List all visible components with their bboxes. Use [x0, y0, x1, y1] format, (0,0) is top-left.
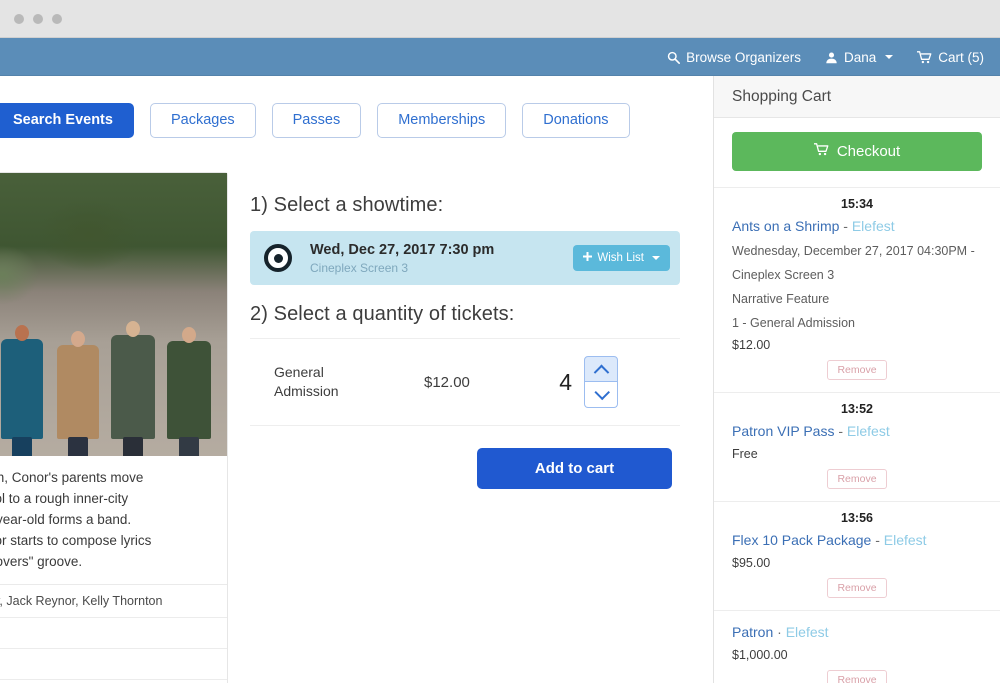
tab-packages[interactable]: Packages — [149, 103, 256, 138]
ticket-selection: 1) Select a showtime: Wed, Dec 27, 2017 … — [250, 194, 680, 489]
cart-item-title[interactable]: Flex 10 Pack Package — [732, 532, 871, 548]
cart-panel-title: Shopping Cart — [714, 76, 1000, 118]
cart-item-price: Free — [732, 447, 758, 462]
shopping-cart-panel: Shopping Cart Checkout 15:34 Ants on a S… — [713, 76, 1000, 683]
cart-item-price: $1,000.00 — [732, 648, 788, 663]
cart-item-title[interactable]: Ants on a Shrimp — [732, 218, 839, 234]
add-to-cart-button[interactable]: Add to cart — [477, 448, 672, 489]
cart-item-venue: Cineplex Screen 3 — [732, 268, 835, 283]
cart-item-separator: - — [843, 218, 848, 234]
cart-link[interactable]: Cart (5) — [917, 50, 984, 65]
cart-item-separator: - — [838, 423, 844, 440]
cart-item-organizer[interactable]: Elefest — [786, 624, 829, 640]
movie-meta-row — [0, 679, 227, 683]
remove-item-button[interactable]: Remove — [827, 469, 887, 490]
movie-cast: Kennedy, Jack Reynor, Kelly Thornton — [0, 584, 227, 617]
minimize-window-icon[interactable] — [33, 14, 43, 24]
chevron-down-icon — [593, 384, 610, 401]
quantity-decrement-button[interactable] — [584, 382, 618, 408]
cart-item-timer: 13:56 — [841, 511, 873, 526]
cart-item-title-row: Ants on a Shrimp - Elefest — [732, 217, 982, 236]
chevron-down-icon — [885, 55, 894, 59]
cart-item: 13:52 Patron VIP Pass - Elefest Free Rem… — [714, 393, 1000, 503]
cart-icon — [917, 50, 932, 64]
tab-donations[interactable]: Donations — [522, 103, 630, 138]
showtime-text: Wed, Dec 27, 2017 7:30 pm Cineplex Scree… — [310, 241, 573, 275]
showtime-venue: Cineplex Screen 3 — [310, 261, 409, 276]
movie-meta-row — [0, 648, 227, 679]
remove-item-button[interactable]: Remove — [827, 360, 887, 381]
cart-item-category: Narrative Feature — [732, 292, 830, 307]
step2-title: 2) Select a quantity of tickets: — [250, 303, 515, 325]
tab-memberships[interactable]: Memberships — [377, 103, 507, 138]
cart-item-organizer[interactable]: Elefest — [884, 532, 927, 548]
user-icon — [825, 51, 838, 64]
checkout-button[interactable]: Checkout — [732, 132, 982, 171]
cart-item-timer: 13:52 — [841, 402, 873, 417]
site-navbar: Browse Organizers Dana Cart (5) — [0, 38, 1000, 76]
cart-item-title-row: Flex 10 Pack Package - Elefest — [732, 531, 982, 550]
checkout-label: Checkout — [836, 143, 901, 160]
cart-item-title-row: Patron · Elefest — [732, 623, 982, 642]
step1-title: 1) Select a showtime: — [250, 194, 444, 216]
tab-passes[interactable]: Passes — [271, 103, 362, 138]
cart-item-timer: 15:34 — [841, 197, 873, 211]
cart-item-title-row: Patron VIP Pass - Elefest — [732, 422, 982, 441]
cart-item-title[interactable]: Patron VIP Pass — [732, 423, 834, 439]
user-menu[interactable]: Dana — [825, 49, 894, 65]
wish-list-label: Wish List — [597, 252, 644, 264]
main-page: Search Events Packages Passes Membership… — [0, 76, 713, 683]
cart-item-separator: - — [875, 532, 880, 549]
cart-item-datetime: Wednesday, December 27, 2017 04:30PM - — [732, 243, 975, 258]
cart-item-separator: · — [777, 624, 782, 641]
cart-item: 15:34 Ants on a Shrimp - Elefest Wednesd… — [714, 188, 1000, 394]
cart-item-organizer[interactable]: Elefest — [847, 423, 890, 439]
cart-item: 13:56 Flex 10 Pack Package - Elefest $95… — [714, 502, 1000, 612]
movie-description: ecession, Conor's parents move te school… — [0, 470, 152, 570]
chevron-up-icon — [593, 364, 609, 380]
tab-search-events[interactable]: Search Events — [0, 103, 134, 138]
browse-organizers-link[interactable]: Browse Organizers — [667, 50, 801, 65]
user-name-label: Dana — [843, 49, 877, 65]
step2-section: 2) Select a quantity of tickets: General… — [250, 303, 680, 489]
cart-item-title[interactable]: Patron — [732, 624, 773, 640]
movie-meta-row — [0, 617, 227, 648]
movie-card: ecession, Conor's parents move te school… — [0, 172, 228, 683]
wish-list-button[interactable]: Wish List — [573, 245, 670, 271]
browser-titlebar — [0, 0, 1000, 38]
close-window-icon[interactable] — [14, 14, 24, 24]
quantity-value: 4 — [559, 368, 572, 395]
showtime-date: Wed, Dec 27, 2017 7:30 pm — [310, 241, 495, 258]
cart-item-quantity: 1 - General Admission — [732, 316, 855, 331]
ticket-type-label: General Admission — [274, 364, 339, 399]
cart-item-price: $95.00 — [732, 556, 771, 571]
browser-window: Browse Organizers Dana Cart (5) Search E… — [0, 0, 1000, 683]
cart-item: Patron · Elefest $1,000.00 Remove — [714, 611, 1000, 683]
quantity-increment-button[interactable] — [584, 356, 618, 382]
remove-item-button[interactable]: Remove — [827, 670, 887, 683]
plus-icon — [583, 252, 593, 264]
browse-organizers-label: Browse Organizers — [686, 49, 801, 65]
movie-poster-image — [0, 173, 227, 456]
ticket-price: $12.00 — [424, 373, 470, 391]
remove-item-button[interactable]: Remove — [827, 578, 887, 599]
radio-selected-icon[interactable] — [264, 244, 292, 272]
search-icon — [667, 51, 681, 64]
cart-item-organizer[interactable]: Elefest — [852, 218, 895, 234]
cart-item-price: $12.00 — [732, 338, 771, 353]
window-controls[interactable] — [14, 14, 62, 24]
showtime-option[interactable]: Wed, Dec 27, 2017 7:30 pm Cineplex Scree… — [250, 231, 680, 285]
cart-link-label: Cart (5) — [938, 49, 984, 65]
category-tabs: Search Events Packages Passes Membership… — [0, 103, 630, 138]
ticket-row: General Admission $12.00 4 — [250, 338, 680, 426]
cart-icon — [813, 143, 829, 160]
quantity-stepper: 4 — [559, 356, 674, 408]
maximize-window-icon[interactable] — [52, 14, 62, 24]
chevron-down-icon — [652, 256, 660, 260]
